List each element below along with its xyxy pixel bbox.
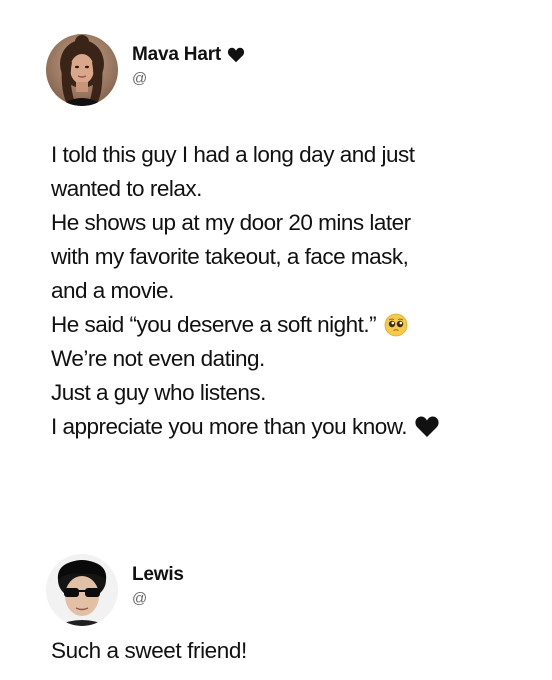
tweet-line-text: with my favorite takeout, a face mask, <box>51 244 409 269</box>
black-heart-icon <box>415 415 439 439</box>
pleading-face-icon <box>384 313 408 337</box>
black-heart-icon <box>227 47 245 63</box>
author-name-row[interactable]: Lewis <box>132 564 184 586</box>
author-block: Lewis @ <box>132 554 184 607</box>
reply-post-header: Lewis @ <box>46 554 184 626</box>
main-post-header: Mava Hart @ <box>46 34 245 106</box>
tweet-line-text: wanted to relax. <box>51 176 202 201</box>
avatar[interactable] <box>46 554 118 626</box>
tweet-line: He said “you deserve a soft night.” <box>51 308 531 342</box>
author-handle[interactable]: @ <box>132 70 245 87</box>
avatar[interactable] <box>46 34 118 106</box>
tweet-line-text: Just a guy who listens. <box>51 380 266 405</box>
tweet-line: We’re not even dating. <box>51 342 531 376</box>
tweet-line: and a movie. <box>51 274 531 308</box>
tweet-line-text: He said “you deserve a soft night.” <box>51 312 377 337</box>
tweet-line-text: I appreciate you more than you know. <box>51 414 407 439</box>
author-name[interactable]: Mava Hart <box>132 44 221 66</box>
tweet-line: with my favorite takeout, a face mask, <box>51 240 531 274</box>
author-handle[interactable]: @ <box>132 590 184 607</box>
author-block: Mava Hart @ <box>132 34 245 87</box>
author-name[interactable]: Lewis <box>132 564 184 586</box>
tweet-line: Just a guy who listens. <box>51 376 531 410</box>
tweet-line: I appreciate you more than you know. <box>51 410 531 444</box>
author-name-row[interactable]: Mava Hart <box>132 44 245 66</box>
avatar-image <box>46 554 118 626</box>
tweet-line: wanted to relax. <box>51 172 531 206</box>
tweet-body: I told this guy I had a long day and jus… <box>51 138 531 444</box>
avatar-image <box>46 34 118 106</box>
tweet-line-text: We’re not even dating. <box>51 346 265 371</box>
tweet-line-text: I told this guy I had a long day and jus… <box>51 142 415 167</box>
reply-body: Such a sweet friend! <box>51 638 247 663</box>
tweet-line: I told this guy I had a long day and jus… <box>51 138 531 172</box>
tweet-line-text: and a movie. <box>51 278 174 303</box>
tweet-line: He shows up at my door 20 mins later <box>51 206 531 240</box>
tweet-line-text: He shows up at my door 20 mins later <box>51 210 411 235</box>
